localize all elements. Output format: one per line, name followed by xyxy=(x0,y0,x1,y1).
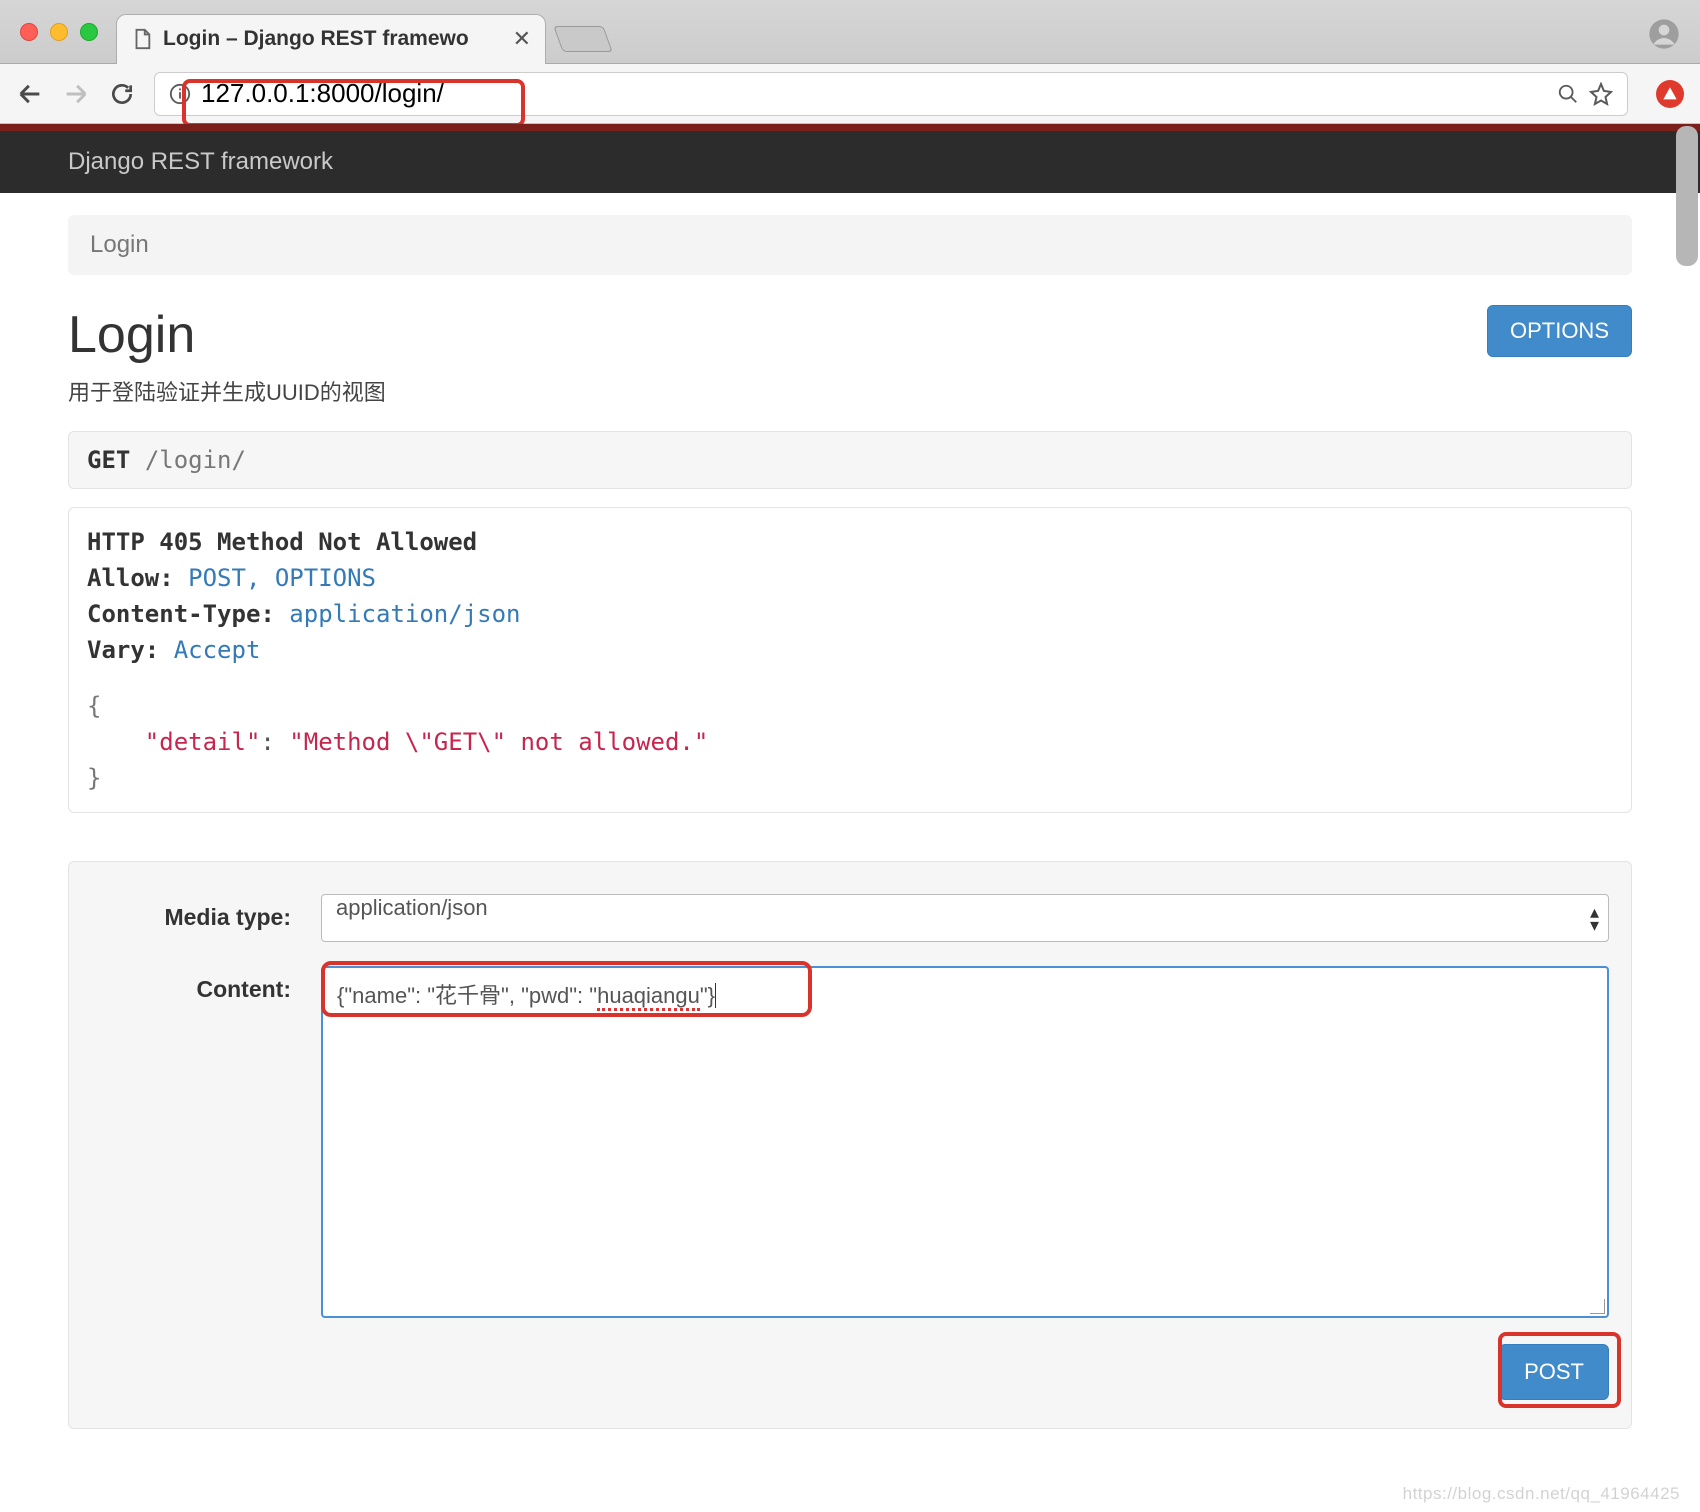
reload-icon xyxy=(109,81,135,107)
page-viewport: Django REST framework Login Login 用于登陆验证… xyxy=(0,124,1700,1512)
media-type-label: Media type: xyxy=(91,894,321,931)
request-path: /login/ xyxy=(145,446,246,474)
response-box: HTTP 405 Method Not Allowed Allow: POST,… xyxy=(68,507,1632,813)
tab-title: Login – Django REST framewo xyxy=(163,27,503,51)
media-type-select[interactable]: application/json xyxy=(321,894,1609,942)
minimize-window-button[interactable] xyxy=(50,23,68,41)
browser-toolbar xyxy=(0,64,1700,124)
options-button[interactable]: OPTIONS xyxy=(1487,305,1632,357)
info-icon[interactable] xyxy=(169,83,191,105)
reload-button[interactable] xyxy=(108,80,136,108)
header-key-allow: Allow: xyxy=(87,564,174,592)
response-status: HTTP 405 Method Not Allowed xyxy=(87,528,477,556)
request-line: GET /login/ xyxy=(68,431,1632,489)
breadcrumb-item[interactable]: Login xyxy=(90,231,149,258)
header-key-ctype: Content-Type: xyxy=(87,600,275,628)
page-subtitle: 用于登陆验证并生成UUID的视图 xyxy=(68,375,386,407)
site-navbar: Django REST framework xyxy=(0,131,1700,193)
form-panel: Media type: application/json ▴▾ Content:… xyxy=(68,861,1632,1429)
close-tab-icon[interactable]: ✕ xyxy=(513,26,531,52)
vertical-scrollbar[interactable] xyxy=(1676,126,1698,266)
close-window-button[interactable] xyxy=(20,23,38,41)
accent-strip xyxy=(0,124,1700,131)
maximize-window-button[interactable] xyxy=(80,23,98,41)
brand-title[interactable]: Django REST framework xyxy=(68,148,333,176)
browser-tab[interactable]: Login – Django REST framewo ✕ xyxy=(116,14,546,64)
body-close-brace: } xyxy=(87,760,1613,796)
address-bar[interactable] xyxy=(154,72,1628,116)
body-open-brace: { xyxy=(87,688,1613,724)
new-tab-button[interactable] xyxy=(553,26,612,52)
header-val-vary: Accept xyxy=(174,636,261,664)
body-key: "detail" xyxy=(145,728,261,756)
extension-icon[interactable] xyxy=(1656,80,1684,108)
page-icon xyxy=(131,28,153,50)
arrow-left-icon xyxy=(16,80,44,108)
profile-icon[interactable] xyxy=(1648,18,1680,50)
window-controls xyxy=(20,23,98,41)
browser-tabbar: Login – Django REST framewo ✕ xyxy=(0,0,1700,64)
body-value: "Method \"GET\" not allowed." xyxy=(289,728,708,756)
header-val-allow: POST, OPTIONS xyxy=(188,564,376,592)
body-colon: : xyxy=(260,728,274,756)
forward-button[interactable] xyxy=(62,80,90,108)
content-label: Content: xyxy=(91,966,321,1003)
post-button[interactable]: POST xyxy=(1499,1344,1609,1400)
request-method: GET xyxy=(87,446,130,474)
bookmark-star-icon[interactable] xyxy=(1589,82,1613,106)
back-button[interactable] xyxy=(16,80,44,108)
url-input[interactable] xyxy=(201,78,1547,109)
header-key-vary: Vary: xyxy=(87,636,159,664)
page-title: Login xyxy=(68,305,386,365)
breadcrumb: Login xyxy=(68,215,1632,275)
header-val-ctype: application/json xyxy=(289,600,520,628)
zoom-icon[interactable] xyxy=(1557,83,1579,105)
arrow-right-icon xyxy=(62,80,90,108)
content-textarea[interactable]: {"name": "花千骨", "pwd": "huaqiangu"} xyxy=(321,966,1609,1318)
watermark: https://blog.csdn.net/qq_41964425 xyxy=(1403,1484,1680,1504)
